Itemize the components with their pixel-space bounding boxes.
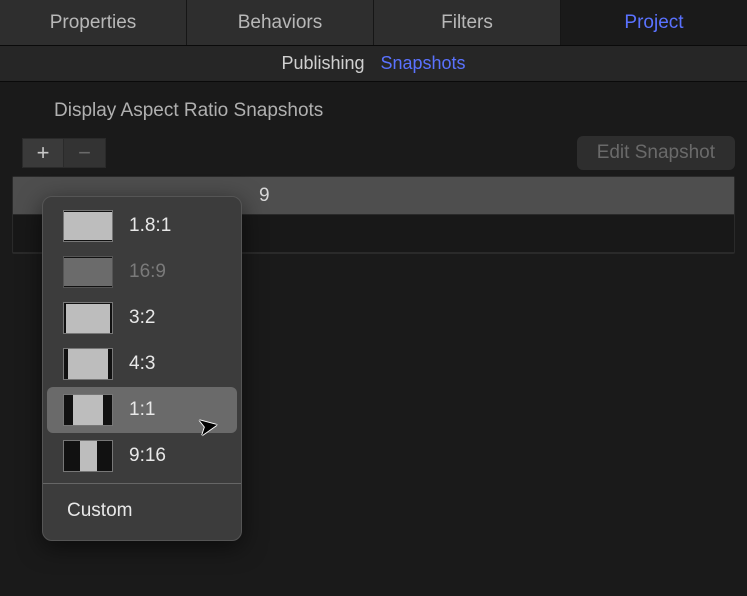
aspect-thumb-icon — [63, 348, 113, 380]
tab-filters[interactable]: Filters — [374, 0, 561, 45]
aspect-option-label: 4:3 — [129, 353, 155, 375]
aspect-thumb-icon — [63, 440, 113, 472]
aspect-option-label: 1.8:1 — [129, 215, 171, 237]
edit-snapshot-button[interactable]: Edit Snapshot — [577, 136, 735, 170]
sub-tab-publishing[interactable]: Publishing — [281, 53, 364, 74]
tab-properties[interactable]: Properties — [0, 0, 187, 45]
aspect-option-label: 16:9 — [129, 261, 166, 283]
aspect-option-3-2[interactable]: 3:2 — [43, 295, 241, 341]
aspect-option-label: 1:1 — [129, 399, 155, 421]
minus-icon: − — [78, 140, 91, 166]
tab-behaviors[interactable]: Behaviors — [187, 0, 374, 45]
aspect-option-label: Custom — [67, 500, 132, 522]
tab-project[interactable]: Project — [561, 0, 747, 45]
aspect-option-4-3[interactable]: 4:3 — [43, 341, 241, 387]
sub-tab-bar: Publishing Snapshots — [0, 46, 747, 82]
section-title: Display Aspect Ratio Snapshots — [0, 96, 747, 132]
sub-tab-snapshots[interactable]: Snapshots — [381, 53, 466, 74]
add-snapshot-button[interactable]: + — [22, 138, 64, 168]
aspect-option-1-8-1[interactable]: 1.8:1 — [43, 203, 241, 249]
remove-snapshot-button[interactable]: − — [64, 138, 106, 168]
main-tab-bar: Properties Behaviors Filters Project — [0, 0, 747, 46]
aspect-option-custom[interactable]: Custom — [43, 488, 241, 534]
aspect-option-16-9: 16:9 — [43, 249, 241, 295]
snapshots-toolbar: + − Edit Snapshot — [0, 132, 747, 174]
popup-separator — [43, 483, 241, 484]
aspect-thumb-icon — [63, 394, 113, 426]
aspect-option-label: 9:16 — [129, 445, 166, 467]
plus-icon: + — [37, 140, 50, 166]
aspect-option-label: 3:2 — [129, 307, 155, 329]
aspect-thumb-icon — [63, 302, 113, 334]
aspect-thumb-icon — [63, 210, 113, 242]
aspect-ratio-popup: 1.8:1 16:9 3:2 4:3 1:1 9:16 Custom — [42, 196, 242, 541]
aspect-thumb-icon — [63, 256, 113, 288]
